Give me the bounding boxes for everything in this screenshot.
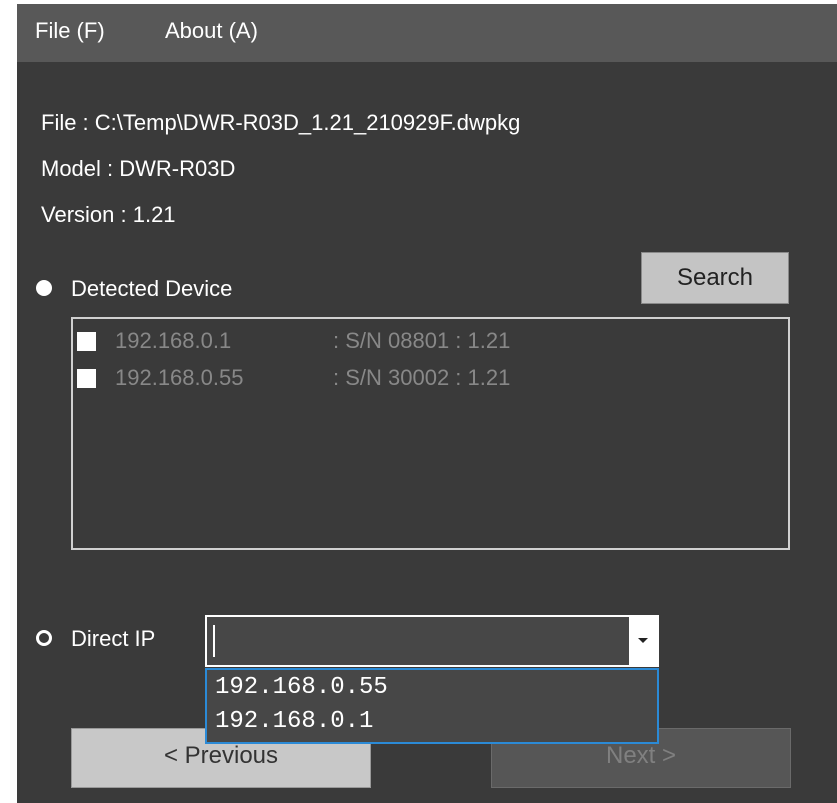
direct-ip-combobox[interactable] <box>205 615 659 667</box>
device-row[interactable]: 192.168.0.55 : S/N 30002 : 1.21 <box>77 365 757 391</box>
device-checkbox[interactable] <box>77 369 96 388</box>
ip-dropdown-list[interactable]: 192.168.0.55 192.168.0.1 <box>205 668 659 744</box>
device-row[interactable]: 192.168.0.1 : S/N 08801 : 1.21 <box>77 328 757 354</box>
detected-device-label[interactable]: Detected Device <box>71 276 232 302</box>
menu-file[interactable]: File (F) <box>35 18 105 44</box>
dropdown-option[interactable]: 192.168.0.55 <box>215 674 388 701</box>
file-path-text: File : C:\Temp\DWR-R03D_1.21_210929F.dwp… <box>41 110 521 135</box>
device-info: : S/N 08801 : 1.21 <box>333 328 511 353</box>
device-ip: 192.168.0.55 <box>115 365 244 390</box>
direct-ip-label[interactable]: Direct IP <box>71 626 155 652</box>
version-text: Version : 1.21 <box>41 202 176 227</box>
model-text: Model : DWR-R03D <box>41 156 236 181</box>
device-list[interactable]: 192.168.0.1 : S/N 08801 : 1.21 192.168.0… <box>71 317 790 550</box>
device-checkbox[interactable] <box>77 332 96 351</box>
search-button[interactable]: Search <box>641 252 789 304</box>
text-cursor <box>213 625 215 657</box>
chevron-down-icon <box>638 638 648 643</box>
menu-about[interactable]: About (A) <box>165 18 258 44</box>
updater-window: File (F) About (A) File : C:\Temp\DWR-R0… <box>17 4 837 803</box>
detected-device-radio[interactable] <box>36 280 52 296</box>
dropdown-option[interactable]: 192.168.0.1 <box>215 708 373 735</box>
direct-ip-radio[interactable] <box>36 630 52 646</box>
menu-bar: File (F) About (A) <box>17 4 837 62</box>
dropdown-button[interactable] <box>629 617 657 665</box>
device-ip: 192.168.0.1 <box>115 328 232 353</box>
device-info: : S/N 30002 : 1.21 <box>333 365 511 390</box>
